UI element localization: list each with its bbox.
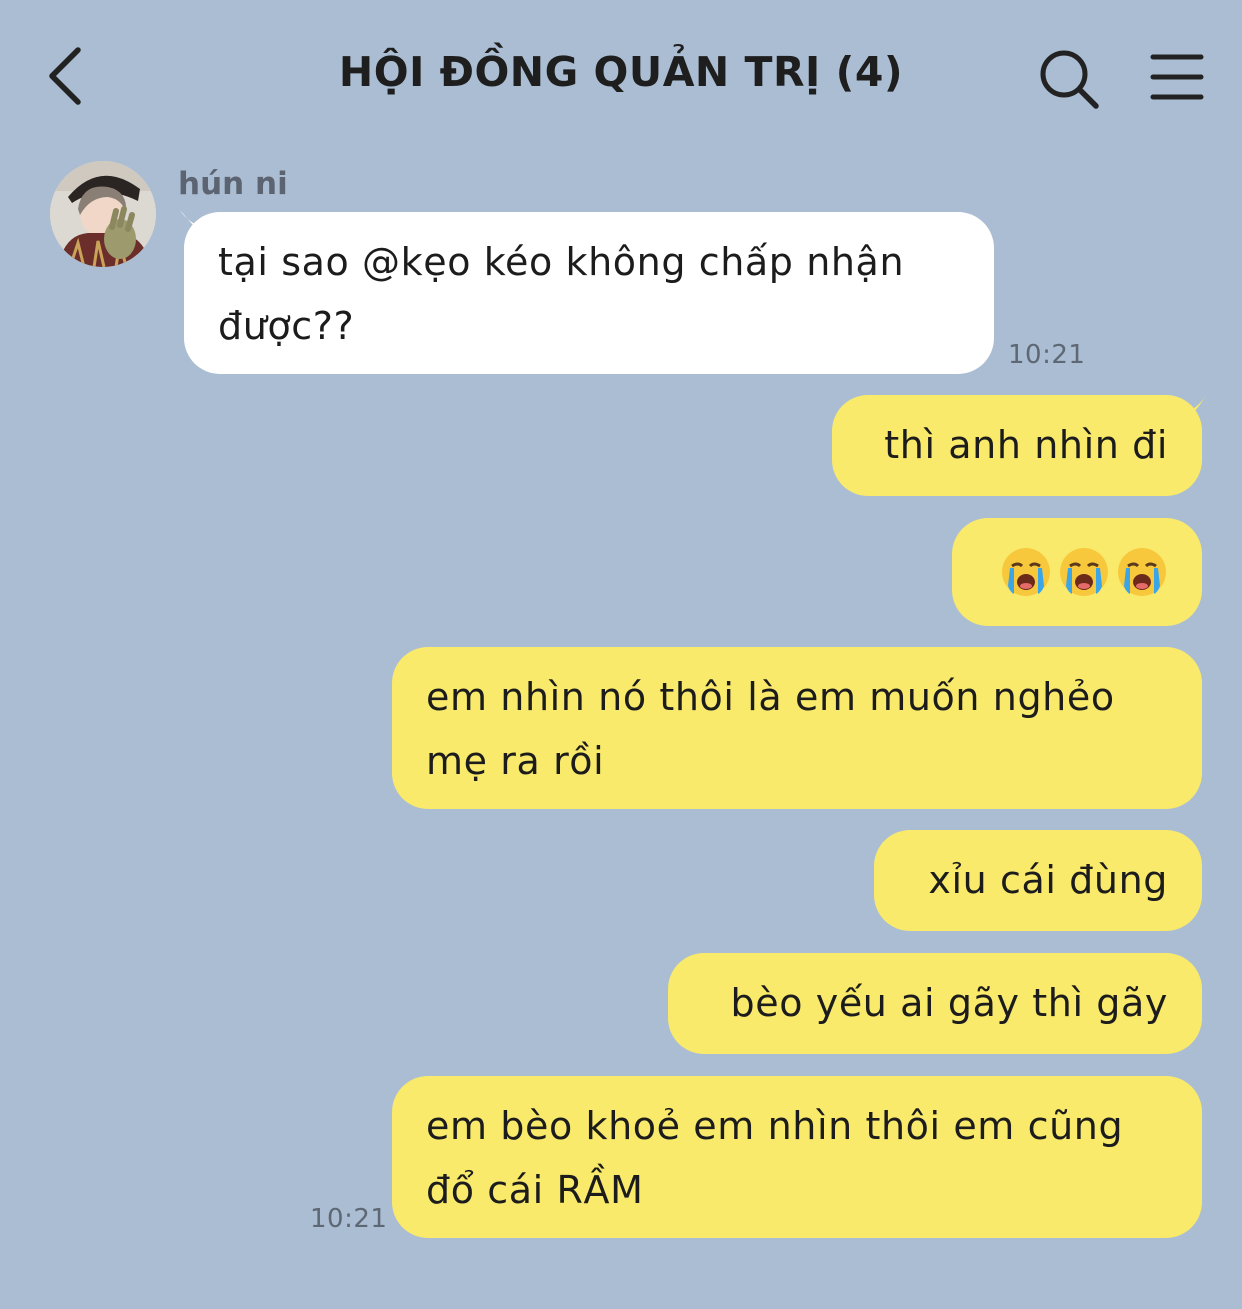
message-text: thì anh nhìn đi xyxy=(884,423,1168,467)
hamburger-menu-icon xyxy=(1150,54,1204,100)
message-text: bèo yếu ai gãy thì gãy xyxy=(730,981,1168,1025)
message-bubble-outgoing[interactable]: xỉu cái đùng xyxy=(874,830,1202,931)
message-bubble-outgoing[interactable]: bèo yếu ai gãy thì gãy xyxy=(668,953,1202,1054)
chat-title: HỘI ĐỒNG QUẢN TRỊ (4) xyxy=(338,48,904,96)
sender-name: hún ni xyxy=(178,166,288,202)
message-text: em bèo khoẻ em nhìn thôi em cũng đổ cái … xyxy=(426,1104,1124,1212)
message-bubble-outgoing[interactable]: em nhìn nó thôi là em muốn nghẻo mẹ ra r… xyxy=(392,647,1202,809)
menu-button[interactable] xyxy=(1148,50,1208,106)
search-icon xyxy=(1040,50,1099,109)
loudly-crying-face-icon xyxy=(1060,548,1108,596)
message-text: em nhìn nó thôi là em muốn nghẻo mẹ ra r… xyxy=(426,675,1115,783)
chevron-left-icon xyxy=(49,47,81,105)
loudly-crying-face-icon xyxy=(1118,548,1166,596)
search-button[interactable] xyxy=(1036,46,1102,112)
user-avatar-photo xyxy=(50,161,156,267)
message-bubble-outgoing[interactable]: thì anh nhìn đi xyxy=(832,395,1202,496)
avatar[interactable] xyxy=(50,161,156,267)
back-button[interactable] xyxy=(42,44,92,108)
message-bubble-outgoing[interactable]: em bèo khoẻ em nhìn thôi em cũng đổ cái … xyxy=(392,1076,1202,1238)
chat-header: HỘI ĐỒNG QUẢN TRỊ (4) xyxy=(0,0,1242,150)
message-text: tại sao @kẹo kéo không chấp nhận được?? xyxy=(218,240,905,348)
message-bubble-incoming[interactable]: tại sao @kẹo kéo không chấp nhận được?? xyxy=(184,212,994,374)
message-time: 10:21 xyxy=(1008,340,1086,370)
loudly-crying-face-icon xyxy=(1002,548,1050,596)
message-bubble-outgoing[interactable] xyxy=(952,518,1202,626)
message-time: 10:21 xyxy=(310,1204,388,1234)
message-text: xỉu cái đùng xyxy=(928,858,1168,902)
